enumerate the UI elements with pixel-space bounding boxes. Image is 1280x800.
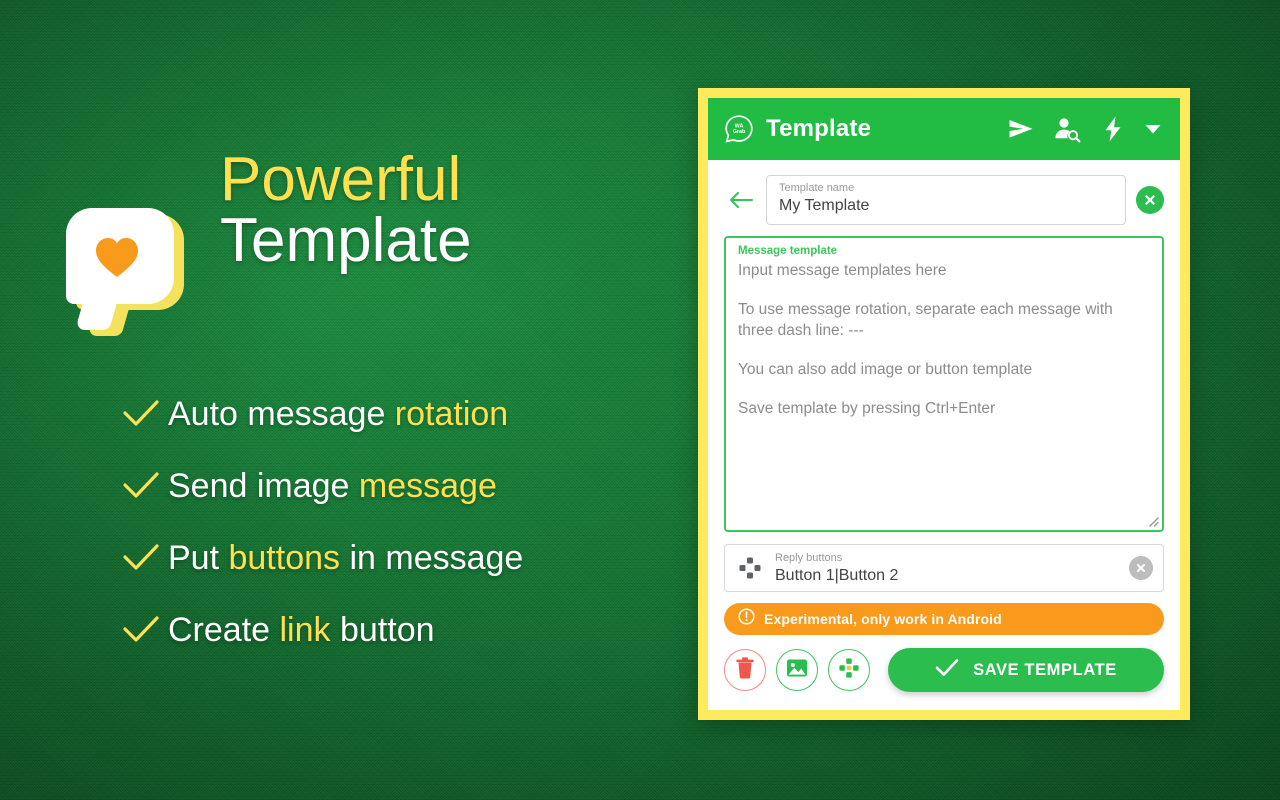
add-buttons-button[interactable] <box>828 649 870 691</box>
action-bar: SAVE TEMPLATE <box>724 648 1164 692</box>
app-header-bar: WA Grab Template <box>708 98 1180 160</box>
heart-icon <box>96 238 138 277</box>
delete-template-button[interactable] <box>724 649 766 691</box>
feature-text: Create link button <box>168 610 435 649</box>
save-template-button[interactable]: SAVE TEMPLATE <box>888 648 1164 692</box>
check-icon <box>122 471 168 501</box>
message-template-label: Message template <box>738 245 838 257</box>
list-item: Create link button <box>122 594 662 666</box>
warning-text: Experimental, only work in Android <box>764 611 1002 627</box>
reply-buttons-label: Reply buttons <box>775 552 843 564</box>
check-icon <box>122 399 168 429</box>
arrow-left-icon[interactable] <box>724 190 758 210</box>
add-image-button[interactable] <box>776 649 818 691</box>
exclamation-circle-icon <box>738 608 755 630</box>
chevron-down-icon[interactable] <box>1140 123 1166 135</box>
message-placeholder-line: You can also add image or button templat… <box>738 361 1033 378</box>
save-template-label: SAVE TEMPLATE <box>973 660 1117 679</box>
feature-list: Auto message rotation Send image message… <box>122 378 662 666</box>
image-icon <box>786 657 808 684</box>
reply-buttons-text: Reply buttons Button 1|Button 2 <box>775 549 1129 587</box>
status-badge: Experimental, only work in Android <box>724 603 1164 635</box>
app-body: Template name My Template Message templa… <box>708 160 1180 692</box>
list-item: Send image message <box>122 450 662 522</box>
resize-grip-icon[interactable] <box>1145 513 1159 527</box>
app-window: WA Grab Template Template name My Templa… <box>708 98 1180 710</box>
feature-text: Put buttons in message <box>168 538 524 577</box>
template-name-input[interactable]: Template name My Template <box>766 175 1126 225</box>
promo-panel: Powerful Template Auto message rotation … <box>0 0 690 800</box>
wa-grab-bubble-logo-icon: WA Grab <box>724 114 754 144</box>
check-icon <box>935 658 959 682</box>
svg-text:Grab: Grab <box>733 129 746 135</box>
dpad-buttons-icon <box>838 657 860 684</box>
headline-line-2: Template <box>220 205 472 275</box>
feature-text: Send image message <box>168 466 497 505</box>
template-name-label: Template name <box>779 182 855 194</box>
check-icon <box>122 543 168 573</box>
lightning-bolt-icon[interactable] <box>1096 112 1130 146</box>
feature-text: Auto message rotation <box>168 394 509 433</box>
trash-icon <box>735 656 755 684</box>
dpad-buttons-icon <box>737 556 763 580</box>
reply-buttons-value: Button 1|Button 2 <box>775 567 899 584</box>
close-circle-icon[interactable] <box>1129 556 1153 580</box>
heart-speech-bubble-icon <box>62 208 192 336</box>
list-item: Put buttons in message <box>122 522 662 594</box>
check-icon <box>122 615 168 645</box>
message-placeholder-line: To use message rotation, separate each m… <box>738 301 1113 339</box>
page-title: Powerful Template <box>220 145 650 275</box>
template-name-value: My Template <box>779 197 870 214</box>
app-title: Template <box>766 115 872 142</box>
message-placeholder-line: Save template by pressing Ctrl+Enter <box>738 400 996 417</box>
template-name-row: Template name My Template <box>724 174 1164 226</box>
send-icon[interactable] <box>1004 112 1038 146</box>
person-search-icon[interactable] <box>1050 112 1084 146</box>
close-circle-icon[interactable] <box>1136 186 1164 214</box>
message-template-textarea[interactable]: Message template Input message templates… <box>724 236 1164 532</box>
headline-line-1: Powerful <box>220 145 462 214</box>
message-placeholder-line: Input message templates here <box>738 262 947 279</box>
reply-buttons-input[interactable]: Reply buttons Button 1|Button 2 <box>724 544 1164 592</box>
app-screenshot-frame: WA Grab Template Template name My Templa… <box>698 88 1190 720</box>
list-item: Auto message rotation <box>122 378 662 450</box>
